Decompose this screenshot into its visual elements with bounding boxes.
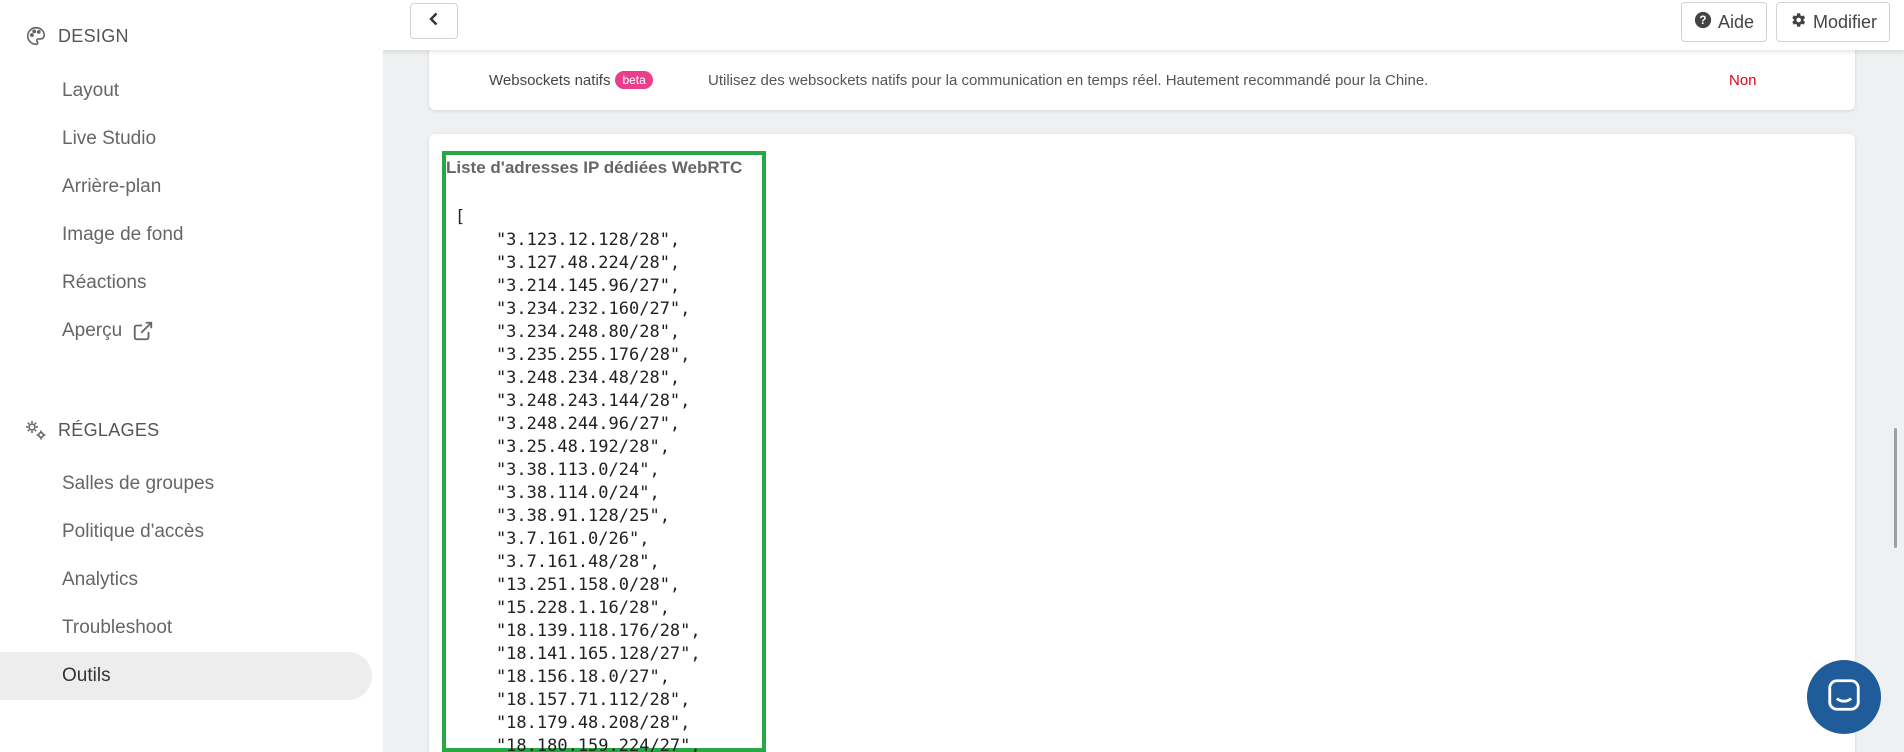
sidebar-item-label: Outils bbox=[62, 665, 111, 686]
section-settings-label: RÉGLAGES bbox=[58, 419, 160, 440]
gear-icon bbox=[1789, 11, 1807, 34]
sidebar-item-arriere-plan[interactable]: Arrière-plan bbox=[0, 163, 372, 211]
chevron-left-icon bbox=[426, 11, 442, 32]
websockets-label-text: Websockets natifs bbox=[489, 71, 611, 89]
sidebar-item-label: Image de fond bbox=[62, 224, 184, 245]
sidebar-item-image-de-fond[interactable]: Image de fond bbox=[0, 211, 372, 259]
help-button-label: Aide bbox=[1718, 11, 1755, 32]
sidebar-item-label: Salles de groupes bbox=[62, 473, 215, 494]
sidebar-item-politique-acces[interactable]: Politique d'accès bbox=[0, 508, 372, 556]
section-design: DESIGN bbox=[24, 24, 129, 48]
websockets-value: Non bbox=[1729, 72, 1757, 89]
sidebar-item-analytics[interactable]: Analytics bbox=[0, 556, 372, 604]
websockets-card: Websockets natifs beta Utilisez des webs… bbox=[429, 40, 1855, 110]
sidebar-item-troubleshoot[interactable]: Troubleshoot bbox=[0, 604, 372, 652]
beta-badge: beta bbox=[615, 71, 653, 89]
back-button[interactable] bbox=[410, 3, 458, 39]
sidebar-item-apercu[interactable]: Aperçu bbox=[0, 307, 372, 355]
sidebar-item-label: Arrière-plan bbox=[62, 176, 162, 197]
sidebar-item-label: Layout bbox=[62, 80, 120, 101]
help-button[interactable]: ? Aide bbox=[1681, 2, 1768, 42]
edit-button[interactable]: Modifier bbox=[1776, 2, 1891, 42]
svg-text:?: ? bbox=[1699, 14, 1706, 27]
sidebar-item-reactions[interactable]: Réactions bbox=[0, 259, 372, 307]
palette-icon bbox=[24, 24, 48, 48]
sidebar-item-label: Live Studio bbox=[62, 128, 157, 149]
section-design-label: DESIGN bbox=[58, 25, 129, 46]
ip-list-code[interactable]: [ "3.123.12.128/28", "3.127.48.224/28", … bbox=[455, 206, 701, 752]
top-toolbar: ? Aide Modifier bbox=[383, 0, 1904, 50]
sidebar-item-label: Analytics bbox=[62, 569, 139, 590]
sidebar-item-salles-de-groupes[interactable]: Salles de groupes bbox=[0, 460, 372, 508]
websockets-description: Utilisez des websockets natifs pour la c… bbox=[708, 72, 1429, 89]
sidebar-item-label: Politique d'accès bbox=[62, 521, 204, 542]
sidebar: DESIGN Layout Live Studio Arrière-plan I… bbox=[0, 0, 383, 752]
sidebar-item-label: Réactions bbox=[62, 272, 147, 293]
scrollbar[interactable] bbox=[1894, 428, 1897, 548]
edit-button-label: Modifier bbox=[1813, 11, 1878, 32]
sidebar-item-label: Aperçu bbox=[62, 320, 123, 341]
external-link-icon bbox=[132, 320, 154, 342]
sidebar-item-label: Troubleshoot bbox=[62, 617, 173, 638]
question-circle-icon: ? bbox=[1694, 11, 1712, 34]
sidebar-item-outils[interactable]: Outils bbox=[0, 652, 372, 700]
chat-icon bbox=[1825, 676, 1863, 719]
section-settings: RÉGLAGES bbox=[24, 418, 159, 442]
websockets-label: Websockets natifs beta bbox=[489, 71, 653, 89]
sidebar-item-layout[interactable]: Layout bbox=[0, 67, 372, 115]
ip-list-title: Liste d'adresses IP dédiées WebRTC bbox=[446, 158, 743, 177]
sidebar-item-live-studio[interactable]: Live Studio bbox=[0, 115, 372, 163]
chat-launcher-button[interactable] bbox=[1807, 660, 1881, 734]
gears-icon bbox=[24, 418, 48, 442]
